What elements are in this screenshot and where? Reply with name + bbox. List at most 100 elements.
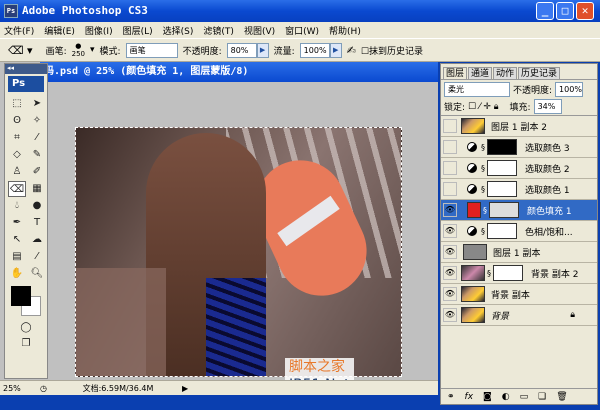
layer-mask-thumbnail bbox=[489, 202, 519, 218]
layer-name: 图层 1 副本 2 bbox=[491, 122, 548, 133]
layer-name: 背景 bbox=[491, 311, 510, 322]
fx-icon[interactable]: fx bbox=[465, 392, 474, 402]
healing-brush-icon[interactable]: ◇ bbox=[8, 147, 26, 163]
menu-file[interactable]: 文件(F) bbox=[4, 24, 34, 37]
layer-row[interactable]: 图层 1 副本 2 bbox=[441, 116, 597, 137]
menu-view[interactable]: 视图(V) bbox=[244, 24, 275, 37]
zoom-tool-icon[interactable]: 🔍︎ bbox=[28, 266, 46, 282]
shape-tool-icon[interactable]: ☁ bbox=[28, 232, 46, 248]
pen-tool-icon[interactable]: ✒ bbox=[8, 215, 26, 231]
tab-layers[interactable]: 图层 bbox=[443, 67, 468, 79]
airbrush-icon[interactable]: ✍ bbox=[347, 44, 356, 57]
layer-row[interactable]: 👁︎ 背景 副本 bbox=[441, 284, 597, 305]
magic-wand-icon[interactable]: ✧ bbox=[28, 113, 46, 129]
zoom-level[interactable]: 25% bbox=[0, 384, 40, 393]
quick-mask-icon[interactable]: ◯ bbox=[5, 320, 47, 336]
menu-image[interactable]: 图像(I) bbox=[85, 24, 113, 37]
dodge-tool-icon[interactable]: ● bbox=[28, 198, 46, 214]
erase-history-checkbox[interactable]: ☐抹到历史记录 bbox=[361, 44, 423, 57]
eye-icon[interactable]: 👁︎ bbox=[443, 287, 457, 301]
type-tool-icon[interactable]: T bbox=[28, 215, 46, 231]
brush-tool-icon[interactable]: ✎ bbox=[28, 147, 46, 163]
layer-name: 色相/饱和... bbox=[525, 227, 573, 238]
eye-icon[interactable]: 👁︎ bbox=[443, 224, 457, 238]
menu-filter[interactable]: 滤镜(T) bbox=[203, 24, 234, 37]
eyedropper-icon[interactable]: ⁄ bbox=[28, 249, 46, 265]
new-layer-icon[interactable]: ❏ bbox=[538, 392, 546, 402]
link-layers-icon[interactable]: ⚭ bbox=[447, 392, 455, 402]
hand-tool-icon[interactable]: ✋ bbox=[8, 266, 26, 282]
document-info: 文档:6.59M/36.4M bbox=[82, 383, 154, 393]
add-mask-icon[interactable]: ◙ bbox=[483, 392, 492, 402]
eraser-tool-icon[interactable]: ⌫ bbox=[8, 181, 26, 197]
document-canvas[interactable] bbox=[75, 127, 402, 377]
adjustment-layer-icon[interactable]: ◐ bbox=[502, 392, 510, 402]
brush-picker[interactable]: ● 250 bbox=[72, 42, 85, 58]
eye-icon[interactable]: 👁︎ bbox=[443, 308, 457, 322]
delete-layer-icon[interactable]: 🗑︎ bbox=[556, 392, 567, 402]
blur-tool-icon[interactable]: 💧︎ bbox=[8, 198, 26, 214]
layer-mask-thumbnail bbox=[487, 139, 517, 155]
menu-layer[interactable]: 图层(L) bbox=[123, 24, 153, 37]
chain-icon: § bbox=[483, 205, 487, 215]
close-button[interactable]: ✕ bbox=[576, 2, 594, 20]
lock-icons[interactable]: ☐ ⁄ ✛ 🔒︎ bbox=[468, 102, 498, 112]
visibility-toggle[interactable] bbox=[443, 182, 457, 196]
layer-thumbnail bbox=[463, 244, 487, 260]
lasso-tool-icon[interactable]: ʘ bbox=[8, 113, 26, 129]
crop-tool-icon[interactable]: ⌗ bbox=[8, 130, 26, 146]
erase-history-label: 抹到历史记录 bbox=[368, 46, 423, 57]
history-brush-icon[interactable]: ✐ bbox=[28, 164, 46, 180]
layer-row[interactable]: 👁︎ § 颜色填充 1 bbox=[441, 200, 597, 221]
notes-tool-icon[interactable]: ▤ bbox=[8, 249, 26, 265]
opacity-input[interactable]: 80% bbox=[226, 42, 257, 58]
status-menu-arrow[interactable]: ▶ bbox=[182, 384, 188, 393]
path-select-icon[interactable]: ↖ bbox=[8, 232, 26, 248]
visibility-toggle[interactable] bbox=[443, 119, 457, 133]
minimize-button[interactable]: _ bbox=[536, 2, 554, 20]
maximize-button[interactable]: □ bbox=[556, 2, 574, 20]
stamp-tool-icon[interactable]: ♙ bbox=[8, 164, 26, 180]
layer-row[interactable]: § 选取颜色 3 bbox=[441, 137, 597, 158]
blend-mode-select[interactable]: 柔光 bbox=[444, 81, 510, 97]
status-icon[interactable]: ◷ bbox=[40, 384, 54, 393]
visibility-toggle[interactable] bbox=[443, 140, 457, 154]
foreground-color-swatch[interactable] bbox=[11, 286, 31, 306]
toolbox-collapse[interactable]: ◂◂ bbox=[5, 64, 47, 74]
mode-select[interactable]: 画笔 bbox=[125, 42, 178, 58]
opacity-slider-button[interactable]: ▶ bbox=[256, 42, 269, 58]
adjustment-icon bbox=[467, 163, 477, 173]
new-group-icon[interactable]: ▭ bbox=[520, 392, 529, 402]
layer-row[interactable]: § 选取颜色 2 bbox=[441, 158, 597, 179]
eraser-preset-icon[interactable]: ⌫ ▾ bbox=[8, 44, 33, 57]
visibility-toggle[interactable] bbox=[443, 161, 457, 175]
layer-row[interactable]: 👁︎ § 色相/饱和... bbox=[441, 221, 597, 242]
layer-opacity-input[interactable]: 100% bbox=[555, 81, 584, 97]
flow-input[interactable]: 100% bbox=[299, 42, 330, 58]
slice-tool-icon[interactable]: ⁄ bbox=[28, 130, 46, 146]
move-tool-icon[interactable]: ➤ bbox=[28, 96, 46, 112]
tab-history[interactable]: 历史记录 bbox=[518, 67, 561, 79]
screen-mode-icon[interactable]: ❐ bbox=[5, 336, 47, 352]
layer-row[interactable]: 👁︎ § 背景 副本 2 bbox=[441, 263, 597, 284]
marquee-tool-icon[interactable]: ⬚ bbox=[8, 96, 26, 112]
layer-row[interactable]: 👁︎ 背景 🔒︎ bbox=[441, 305, 597, 326]
gradient-tool-icon[interactable]: ▦ bbox=[28, 181, 46, 197]
tab-actions[interactable]: 动作 bbox=[493, 67, 518, 79]
menu-select[interactable]: 选择(S) bbox=[163, 24, 194, 37]
chevron-down-icon[interactable]: ▾ bbox=[90, 45, 95, 55]
tab-channels[interactable]: 通道 bbox=[468, 67, 493, 79]
opacity-label: 不透明度: bbox=[182, 46, 222, 57]
layer-row[interactable]: § 选取颜色 1 bbox=[441, 179, 597, 200]
layer-row[interactable]: 👁︎ 图层 1 副本 bbox=[441, 242, 597, 263]
eye-icon[interactable]: 👁︎ bbox=[443, 245, 457, 259]
menu-window[interactable]: 窗口(W) bbox=[285, 24, 319, 37]
eye-icon[interactable]: 👁︎ bbox=[443, 266, 457, 280]
fill-input[interactable]: 34% bbox=[533, 99, 562, 114]
menu-help[interactable]: 帮助(H) bbox=[329, 24, 361, 37]
lock-label: 锁定: bbox=[444, 103, 466, 113]
layer-thumbnail bbox=[461, 118, 485, 134]
flow-slider-button[interactable]: ▶ bbox=[329, 42, 342, 58]
menu-edit[interactable]: 编辑(E) bbox=[44, 24, 75, 37]
eye-icon[interactable]: 👁︎ bbox=[443, 203, 457, 217]
